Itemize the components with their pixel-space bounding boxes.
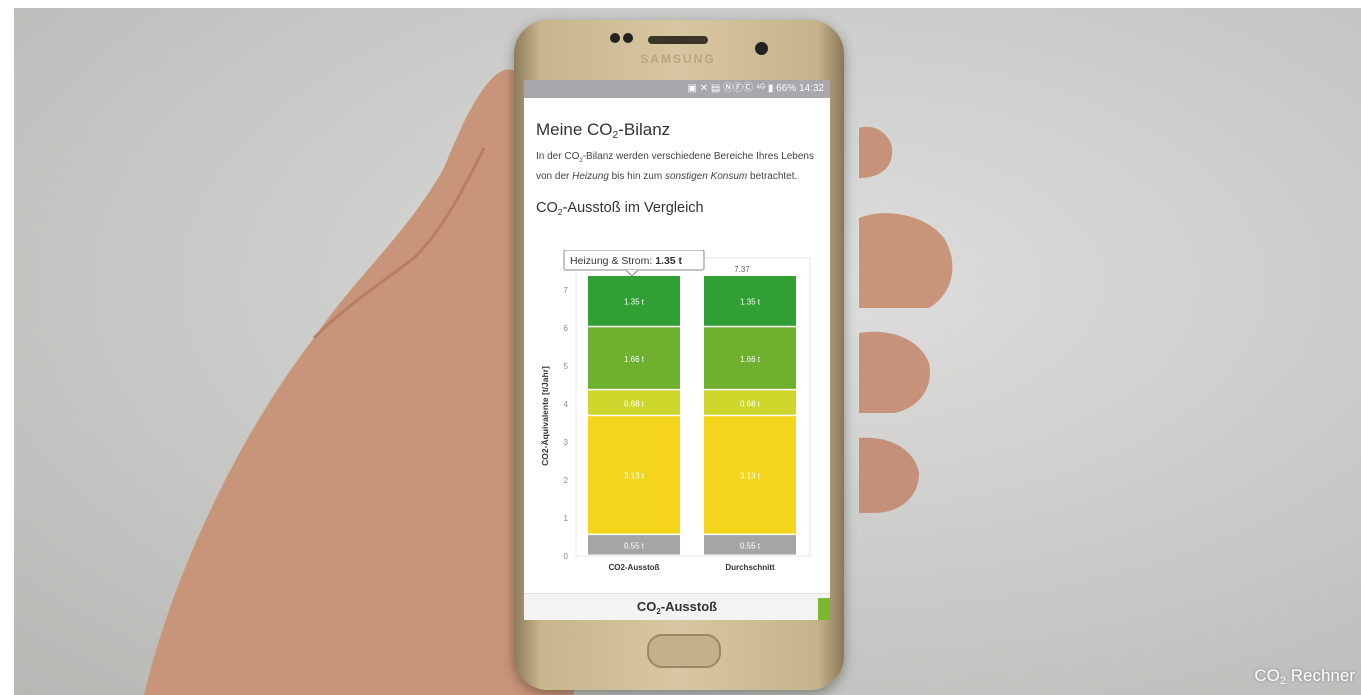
page-title: Meine CO2-Bilanz	[536, 120, 671, 141]
total-label: 7.37	[734, 265, 750, 274]
home-button[interactable]	[647, 634, 721, 668]
y-tick-label: 4	[564, 400, 569, 409]
data-label: 1.35 t	[624, 298, 645, 307]
front-camera-icon	[755, 42, 768, 55]
sensor-icon	[610, 33, 620, 43]
clock: 14:32	[798, 83, 824, 94]
footer-color-swatch	[818, 598, 830, 620]
sensor-icon	[623, 33, 633, 43]
data-label: 1.66 t	[624, 355, 645, 364]
data-label: 3.13 t	[624, 472, 645, 481]
footer-bar[interactable]: CO2-Ausstoß	[524, 593, 830, 620]
battery-level: 66%	[776, 83, 797, 94]
y-tick-label: 0	[564, 552, 569, 561]
data-label: 0.55 t	[740, 542, 761, 551]
y-axis-label: CO2-Äquivalente [t/Jahr]	[540, 366, 550, 466]
page-description: In der CO2-Bilanz werden verschiedene Be…	[536, 151, 814, 182]
data-label: 1.66 t	[740, 355, 761, 364]
data-label: 0.68 t	[624, 399, 645, 408]
data-label: 0.55 t	[624, 542, 645, 551]
brand-logo: SAMSUNG	[640, 52, 716, 66]
section-title: CO2-Ausstoß im Vergleich	[536, 200, 704, 217]
phone-screen: ▣ ✕ ▤ ⓃⒻⒸ ⁴ᴳ ▮ 66% 14:32 Meine CO2-Bilan…	[524, 80, 830, 620]
y-tick-label: 1	[564, 514, 569, 523]
status-icons: ▣ ✕ ▤ ⓃⒻⒸ ⁴ᴳ ▮	[687, 83, 774, 94]
image-caption: CO2 Rechner	[1254, 666, 1355, 687]
status-bar: ▣ ✕ ▤ ⓃⒻⒸ ⁴ᴳ ▮ 66% 14:32	[524, 80, 830, 98]
y-tick-label: 7	[564, 286, 569, 295]
y-tick-label: 5	[564, 362, 569, 371]
footer-label: CO2-Ausstoß	[636, 599, 718, 616]
tooltip-label: Heizung & Strom:	[570, 255, 655, 267]
tooltip-text: Heizung & Strom: 1.35 t	[570, 255, 683, 267]
data-label: 0.68 t	[740, 399, 761, 408]
x-category-label: CO2-Ausstoß	[608, 563, 659, 572]
speaker-grille	[648, 36, 708, 44]
data-label: 1.35 t	[740, 298, 761, 307]
co2-chart: 0 1 2 3 4 5 6 7 CO2-Äquivalente [t/Jahr] 0.55 t 3.…	[538, 249, 816, 585]
tooltip-value: 1.35 t	[655, 255, 682, 267]
y-tick-label: 3	[564, 438, 569, 447]
y-tick-label: 2	[564, 476, 569, 485]
y-tick-label: 6	[564, 324, 569, 333]
chart-canvas: 0 1 2 3 4 5 6 7 CO2-Äquivalente [t/Jahr] 0.55 t 3.…	[540, 249, 811, 572]
x-category-label: Durchschnitt	[725, 563, 775, 572]
data-label: 3.13 t	[740, 472, 761, 481]
